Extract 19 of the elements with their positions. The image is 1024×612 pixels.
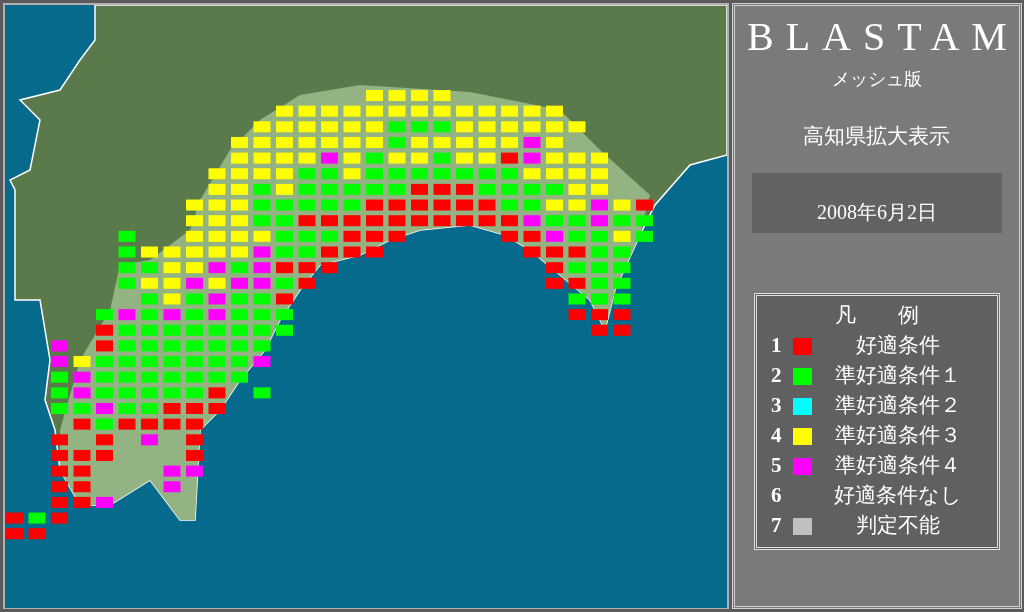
legend-label: 好適条件 xyxy=(855,332,940,360)
legend-number: 6 xyxy=(770,482,783,510)
legend-label: 準好適条件２ xyxy=(834,392,961,420)
legend-label: 準好適条件３ xyxy=(834,422,961,450)
legend-number: 1 xyxy=(770,332,783,360)
date-text: 2008年6月2日 xyxy=(816,199,937,225)
legend-number: 7 xyxy=(770,512,783,540)
legend-label: 判定不能 xyxy=(855,512,940,540)
region-label: 高知県拡大表示 xyxy=(803,123,951,150)
legend-label: 好適条件なし xyxy=(833,482,962,510)
edition-label: メッシュ版 xyxy=(831,68,922,91)
legend-number: 2 xyxy=(770,362,783,390)
legend-number: 4 xyxy=(770,422,783,450)
legend-number: 3 xyxy=(770,392,783,420)
legend-number: 5 xyxy=(770,452,783,480)
legend-label: 準好適条件１ xyxy=(834,362,961,390)
app-title: BLASTAM xyxy=(746,14,1019,60)
legend-title: 凡 例 xyxy=(833,301,920,329)
legend-label: 準好適条件４ xyxy=(834,452,961,480)
